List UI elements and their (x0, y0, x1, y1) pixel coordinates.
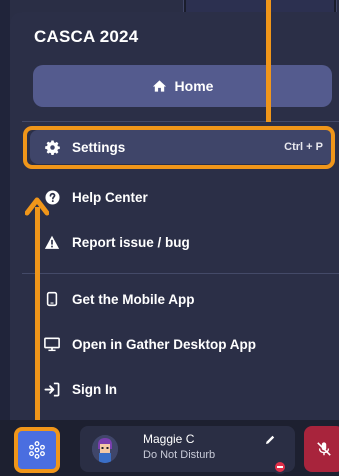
annotation-arrow-head-icon (25, 197, 49, 216)
mobile-phone-icon (44, 291, 60, 307)
annotation-highlight-box (23, 126, 335, 169)
home-button-label: Home (174, 78, 214, 94)
sign-in-icon (44, 381, 60, 397)
user-name: Maggie C (143, 432, 195, 446)
pencil-icon[interactable] (264, 434, 276, 446)
background-left (0, 0, 10, 420)
menu-item-help-center[interactable]: Help Center (30, 180, 335, 214)
avatar-sprite-icon (92, 435, 118, 463)
annotation-arrow-line (35, 207, 40, 420)
menu-item-get-mobile-app[interactable]: Get the Mobile App (30, 282, 335, 316)
do-not-disturb-indicator (273, 460, 287, 474)
user-status: Do Not Disturb (143, 449, 216, 461)
menu-item-label: Sign In (72, 381, 117, 397)
main-menu-button[interactable] (14, 427, 60, 473)
home-icon (152, 80, 166, 92)
menu-item-label: Help Center (72, 189, 148, 205)
grid-dots-icon (29, 441, 45, 459)
menu-item-label: Get the Mobile App (72, 291, 195, 307)
menu-item-label: Open in Gather Desktop App (72, 336, 257, 352)
avatar[interactable] (92, 435, 118, 463)
warning-icon (44, 234, 60, 250)
menu-item-label: Report issue / bug (72, 234, 190, 250)
home-button[interactable]: Home (33, 65, 332, 107)
divider (22, 273, 339, 274)
space-title: CASCA 2024 (34, 27, 139, 46)
menu-item-sign-in[interactable]: Sign In (30, 372, 335, 406)
annotation-pointer-line (266, 0, 271, 122)
menu-item-report-issue[interactable]: Report issue / bug (30, 225, 335, 259)
menu-item-open-desktop-app[interactable]: Open in Gather Desktop App (30, 327, 335, 361)
monitor-icon (44, 336, 60, 352)
divider (22, 121, 339, 122)
microphone-muted-icon (317, 442, 331, 456)
microphone-toggle-button[interactable] (304, 426, 339, 472)
